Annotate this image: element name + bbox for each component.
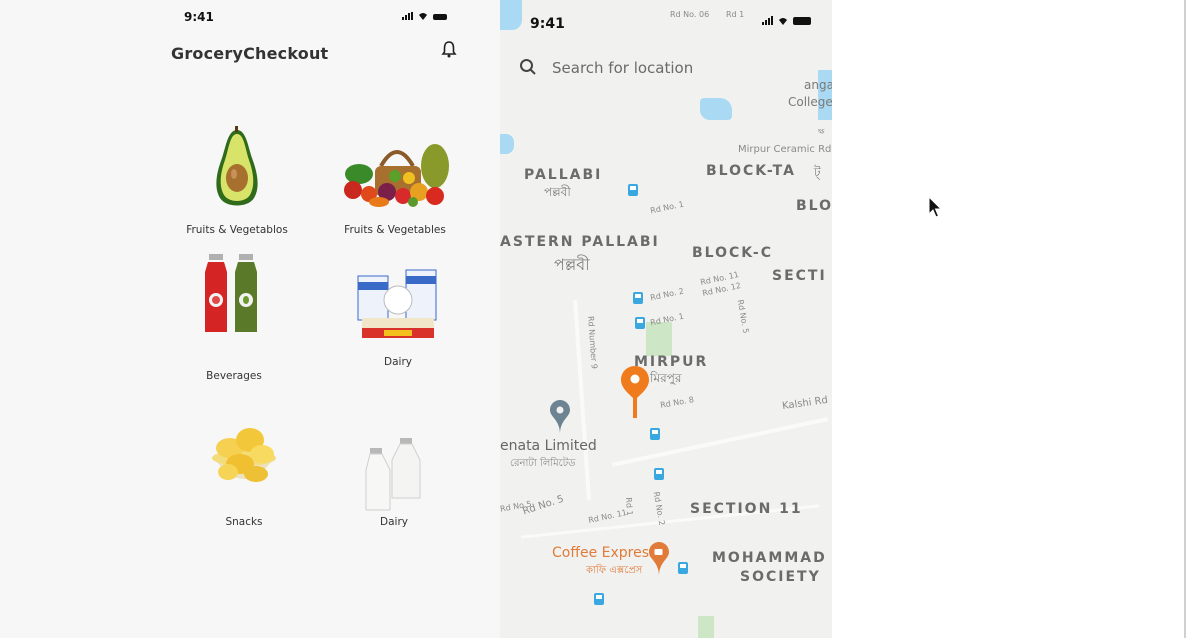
bus-stop-icon[interactable] (628, 184, 638, 196)
road-label: Rd No. 8 (659, 395, 695, 410)
area-label-section-11: SECTION 11 (690, 501, 803, 517)
dairy-products-icon (357, 269, 437, 338)
category-dairy-1[interactable]: Dairy (350, 266, 446, 368)
category-fruits-vegetables-2[interactable]: Fruits & Vegetables (333, 136, 457, 236)
bell-icon[interactable] (441, 40, 457, 58)
blank-canvas-area (832, 0, 1186, 638)
bus-stop-icon[interactable] (650, 428, 660, 440)
road-label: ক্ষ (818, 127, 825, 136)
area-label-pallabi-bn: পল্লবী (544, 185, 571, 199)
wifi-icon (419, 13, 427, 20)
status-icons (762, 16, 811, 25)
map-screen[interactable]: 9:41 Rd No. 06 Rd 1 anga College ক্ষ Mir… (500, 0, 832, 638)
category-beverages[interactable]: Beverages (184, 254, 284, 382)
search-icon[interactable] (519, 58, 537, 76)
road-label: Rd No. 5 (735, 298, 751, 335)
chips-bowl-icon (212, 428, 276, 482)
area-label-society: SOCIETY (740, 569, 821, 585)
road-label: Rd No. 2 (649, 286, 685, 303)
category-label: Snacks (225, 516, 263, 528)
area-label-mohammad: MOHAMMAD (712, 550, 827, 566)
area-label-secti: SECTI (772, 268, 827, 284)
road-label: Kalshi Rd (781, 394, 829, 413)
location-marker-icon[interactable] (621, 366, 649, 420)
category-label: Beverages (206, 370, 262, 382)
place-label-renata-bn: রেনাটা লিমিটেড (510, 458, 576, 469)
bus-stop-icon[interactable] (635, 317, 645, 329)
status-time: 9:41 (184, 10, 214, 24)
water-body (700, 98, 732, 120)
park-area (698, 616, 714, 638)
road-label: Rd No. 1 (649, 199, 685, 216)
road-label: Rd No. 11 (587, 508, 628, 525)
signal-icon (762, 16, 773, 25)
category-label: Dairy (380, 516, 408, 528)
page-title: GroceryCheckout (171, 44, 329, 63)
area-label-eastern-pallabi-bn: পল্লবী (554, 255, 590, 274)
category-fruits-vegetables-1[interactable]: Fruits & Vegetablos (177, 126, 297, 236)
coffee-pin-icon[interactable] (649, 542, 669, 576)
place-label-coffee-express-bn: কাফি এক্সপ্রেস (586, 565, 643, 576)
road-label: Rd 1 (624, 497, 635, 516)
water-body (500, 0, 522, 30)
signal-icon (402, 12, 413, 20)
area-label-eastern-pallabi: ASTERN PALLABI (500, 234, 660, 250)
road-line (611, 417, 829, 467)
bus-stop-icon[interactable] (633, 292, 643, 304)
road-label: Rd No. 5 (521, 493, 566, 518)
area-label-mirpur-bn: মিরপুর (650, 371, 682, 385)
area-label-block-c: BLOCK-C (692, 245, 773, 261)
vegetables-basket-icon (344, 144, 449, 207)
status-bar: 9:41 (0, 0, 500, 36)
area-label-block-ta: BLOCK-TA (706, 163, 796, 179)
place-label-coffee-express: Coffee Express (552, 545, 657, 561)
area-label-block-ta-bn: ট্ (814, 165, 821, 179)
milk-bottles-icon (365, 438, 421, 511)
bus-stop-icon[interactable] (678, 562, 688, 574)
road-label: Rd Number 9 (586, 315, 599, 370)
area-label-pallabi: PALLABI (524, 167, 603, 183)
bus-stop-icon[interactable] (594, 593, 604, 605)
water-body (500, 134, 514, 154)
category-snacks[interactable]: Snacks (194, 420, 294, 528)
category-label: Dairy (384, 356, 412, 368)
avocado-icon (216, 126, 258, 206)
park-area (646, 322, 672, 356)
place-label: anga (804, 78, 832, 92)
status-icons (402, 12, 447, 20)
battery-icon (793, 17, 811, 25)
wifi-icon (779, 18, 787, 25)
category-dairy-2[interactable]: Dairy (344, 438, 444, 528)
place-label-renata: enata Limited (500, 438, 597, 454)
bus-stop-icon[interactable] (654, 468, 664, 480)
place-label: College (788, 95, 832, 109)
map-pin-icon[interactable] (550, 400, 570, 434)
status-time: 9:41 (530, 16, 565, 32)
mouse-cursor-icon (928, 196, 942, 218)
road-label: Mirpur Ceramic Rd (738, 144, 832, 155)
road-label: Rd No. 06 (670, 10, 710, 19)
juice-bottles-icon (205, 254, 257, 332)
category-label: Fruits & Vegetablos (186, 224, 288, 236)
category-label: Fruits & Vegetables (344, 224, 446, 236)
road-label: Rd 1 (726, 10, 745, 19)
area-label-blo: BLO (796, 198, 832, 214)
grocery-checkout-screen: 9:41 GroceryCheckout Fruits & Vegetablos (0, 0, 500, 638)
search-input[interactable] (552, 56, 792, 80)
battery-icon (433, 14, 447, 20)
